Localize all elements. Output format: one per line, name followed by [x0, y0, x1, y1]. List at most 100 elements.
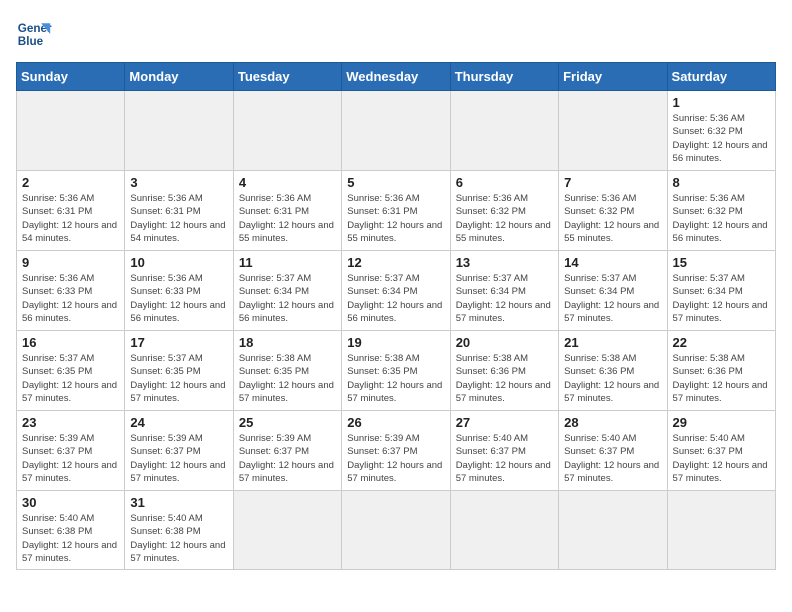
- day-info: Sunrise: 5:37 AMSunset: 6:34 PMDaylight:…: [456, 273, 551, 324]
- day-info: Sunrise: 5:38 AMSunset: 6:36 PMDaylight:…: [456, 353, 551, 404]
- day-info: Sunrise: 5:36 AMSunset: 6:32 PMDaylight:…: [456, 193, 551, 244]
- day-info: Sunrise: 5:37 AMSunset: 6:34 PMDaylight:…: [564, 273, 659, 324]
- calendar-cell: 14 Sunrise: 5:37 AMSunset: 6:34 PMDaylig…: [559, 251, 667, 331]
- calendar-cell: 11 Sunrise: 5:37 AMSunset: 6:34 PMDaylig…: [233, 251, 341, 331]
- day-number: 29: [673, 415, 770, 430]
- header: General Blue: [16, 16, 776, 52]
- day-number: 18: [239, 335, 336, 350]
- day-number: 14: [564, 255, 661, 270]
- calendar-cell: 12 Sunrise: 5:37 AMSunset: 6:34 PMDaylig…: [342, 251, 450, 331]
- day-number: 7: [564, 175, 661, 190]
- day-info: Sunrise: 5:40 AMSunset: 6:37 PMDaylight:…: [564, 433, 659, 484]
- calendar-cell: 18 Sunrise: 5:38 AMSunset: 6:35 PMDaylig…: [233, 331, 341, 411]
- day-number: 4: [239, 175, 336, 190]
- calendar-cell: 8 Sunrise: 5:36 AMSunset: 6:32 PMDayligh…: [667, 171, 775, 251]
- calendar-week-2: 9 Sunrise: 5:36 AMSunset: 6:33 PMDayligh…: [17, 251, 776, 331]
- day-number: 23: [22, 415, 119, 430]
- calendar-cell: 7 Sunrise: 5:36 AMSunset: 6:32 PMDayligh…: [559, 171, 667, 251]
- day-number: 27: [456, 415, 553, 430]
- header-thursday: Thursday: [450, 63, 558, 91]
- svg-text:Blue: Blue: [18, 35, 44, 48]
- day-info: Sunrise: 5:37 AMSunset: 6:35 PMDaylight:…: [130, 353, 225, 404]
- day-number: 12: [347, 255, 444, 270]
- calendar-cell: [450, 491, 558, 570]
- calendar-cell: 31 Sunrise: 5:40 AMSunset: 6:38 PMDaylig…: [125, 491, 233, 570]
- day-number: 16: [22, 335, 119, 350]
- calendar-cell: 28 Sunrise: 5:40 AMSunset: 6:37 PMDaylig…: [559, 411, 667, 491]
- day-number: 15: [673, 255, 770, 270]
- day-number: 9: [22, 255, 119, 270]
- day-number: 19: [347, 335, 444, 350]
- calendar-cell: 26 Sunrise: 5:39 AMSunset: 6:37 PMDaylig…: [342, 411, 450, 491]
- day-info: Sunrise: 5:40 AMSunset: 6:37 PMDaylight:…: [456, 433, 551, 484]
- calendar-cell: 5 Sunrise: 5:36 AMSunset: 6:31 PMDayligh…: [342, 171, 450, 251]
- calendar-cell: [342, 91, 450, 171]
- calendar-cell: 27 Sunrise: 5:40 AMSunset: 6:37 PMDaylig…: [450, 411, 558, 491]
- calendar-cell: 9 Sunrise: 5:36 AMSunset: 6:33 PMDayligh…: [17, 251, 125, 331]
- day-info: Sunrise: 5:36 AMSunset: 6:31 PMDaylight:…: [239, 193, 334, 244]
- day-number: 1: [673, 95, 770, 110]
- day-number: 21: [564, 335, 661, 350]
- calendar-cell: 4 Sunrise: 5:36 AMSunset: 6:31 PMDayligh…: [233, 171, 341, 251]
- calendar-week-4: 23 Sunrise: 5:39 AMSunset: 6:37 PMDaylig…: [17, 411, 776, 491]
- header-saturday: Saturday: [667, 63, 775, 91]
- day-info: Sunrise: 5:36 AMSunset: 6:31 PMDaylight:…: [130, 193, 225, 244]
- day-number: 17: [130, 335, 227, 350]
- day-number: 10: [130, 255, 227, 270]
- calendar-week-0: 1 Sunrise: 5:36 AMSunset: 6:32 PMDayligh…: [17, 91, 776, 171]
- day-info: Sunrise: 5:38 AMSunset: 6:36 PMDaylight:…: [564, 353, 659, 404]
- header-monday: Monday: [125, 63, 233, 91]
- logo: General Blue: [16, 16, 52, 52]
- header-sunday: Sunday: [17, 63, 125, 91]
- calendar-cell: 29 Sunrise: 5:40 AMSunset: 6:37 PMDaylig…: [667, 411, 775, 491]
- day-info: Sunrise: 5:37 AMSunset: 6:34 PMDaylight:…: [347, 273, 442, 324]
- calendar-cell: 17 Sunrise: 5:37 AMSunset: 6:35 PMDaylig…: [125, 331, 233, 411]
- day-info: Sunrise: 5:37 AMSunset: 6:34 PMDaylight:…: [673, 273, 768, 324]
- calendar-cell: 15 Sunrise: 5:37 AMSunset: 6:34 PMDaylig…: [667, 251, 775, 331]
- day-info: Sunrise: 5:40 AMSunset: 6:37 PMDaylight:…: [673, 433, 768, 484]
- calendar-cell: 10 Sunrise: 5:36 AMSunset: 6:33 PMDaylig…: [125, 251, 233, 331]
- calendar-cell: [342, 491, 450, 570]
- day-info: Sunrise: 5:40 AMSunset: 6:38 PMDaylight:…: [22, 513, 117, 564]
- calendar-cell: 21 Sunrise: 5:38 AMSunset: 6:36 PMDaylig…: [559, 331, 667, 411]
- day-number: 31: [130, 495, 227, 510]
- day-info: Sunrise: 5:39 AMSunset: 6:37 PMDaylight:…: [130, 433, 225, 484]
- day-info: Sunrise: 5:36 AMSunset: 6:32 PMDaylight:…: [673, 193, 768, 244]
- calendar-cell: 24 Sunrise: 5:39 AMSunset: 6:37 PMDaylig…: [125, 411, 233, 491]
- day-info: Sunrise: 5:36 AMSunset: 6:33 PMDaylight:…: [130, 273, 225, 324]
- calendar-cell: 2 Sunrise: 5:36 AMSunset: 6:31 PMDayligh…: [17, 171, 125, 251]
- day-info: Sunrise: 5:36 AMSunset: 6:31 PMDaylight:…: [22, 193, 117, 244]
- day-number: 3: [130, 175, 227, 190]
- day-info: Sunrise: 5:39 AMSunset: 6:37 PMDaylight:…: [239, 433, 334, 484]
- day-number: 30: [22, 495, 119, 510]
- day-info: Sunrise: 5:40 AMSunset: 6:38 PMDaylight:…: [130, 513, 225, 564]
- calendar-cell: [17, 91, 125, 171]
- calendar-cell: 22 Sunrise: 5:38 AMSunset: 6:36 PMDaylig…: [667, 331, 775, 411]
- header-friday: Friday: [559, 63, 667, 91]
- day-number: 24: [130, 415, 227, 430]
- day-info: Sunrise: 5:38 AMSunset: 6:35 PMDaylight:…: [239, 353, 334, 404]
- day-number: 20: [456, 335, 553, 350]
- calendar-table: SundayMondayTuesdayWednesdayThursdayFrid…: [16, 62, 776, 570]
- calendar-cell: [667, 491, 775, 570]
- calendar-cell: 30 Sunrise: 5:40 AMSunset: 6:38 PMDaylig…: [17, 491, 125, 570]
- day-info: Sunrise: 5:36 AMSunset: 6:31 PMDaylight:…: [347, 193, 442, 244]
- calendar-cell: [559, 91, 667, 171]
- day-number: 25: [239, 415, 336, 430]
- day-info: Sunrise: 5:38 AMSunset: 6:35 PMDaylight:…: [347, 353, 442, 404]
- day-number: 26: [347, 415, 444, 430]
- logo-icon: General Blue: [16, 16, 52, 52]
- calendar-week-5: 30 Sunrise: 5:40 AMSunset: 6:38 PMDaylig…: [17, 491, 776, 570]
- calendar-cell: 13 Sunrise: 5:37 AMSunset: 6:34 PMDaylig…: [450, 251, 558, 331]
- day-info: Sunrise: 5:37 AMSunset: 6:35 PMDaylight:…: [22, 353, 117, 404]
- day-info: Sunrise: 5:36 AMSunset: 6:32 PMDaylight:…: [564, 193, 659, 244]
- calendar-cell: 3 Sunrise: 5:36 AMSunset: 6:31 PMDayligh…: [125, 171, 233, 251]
- day-number: 8: [673, 175, 770, 190]
- day-number: 22: [673, 335, 770, 350]
- day-info: Sunrise: 5:39 AMSunset: 6:37 PMDaylight:…: [22, 433, 117, 484]
- calendar-cell: 25 Sunrise: 5:39 AMSunset: 6:37 PMDaylig…: [233, 411, 341, 491]
- day-number: 11: [239, 255, 336, 270]
- day-number: 2: [22, 175, 119, 190]
- day-info: Sunrise: 5:36 AMSunset: 6:33 PMDaylight:…: [22, 273, 117, 324]
- calendar-cell: [233, 91, 341, 171]
